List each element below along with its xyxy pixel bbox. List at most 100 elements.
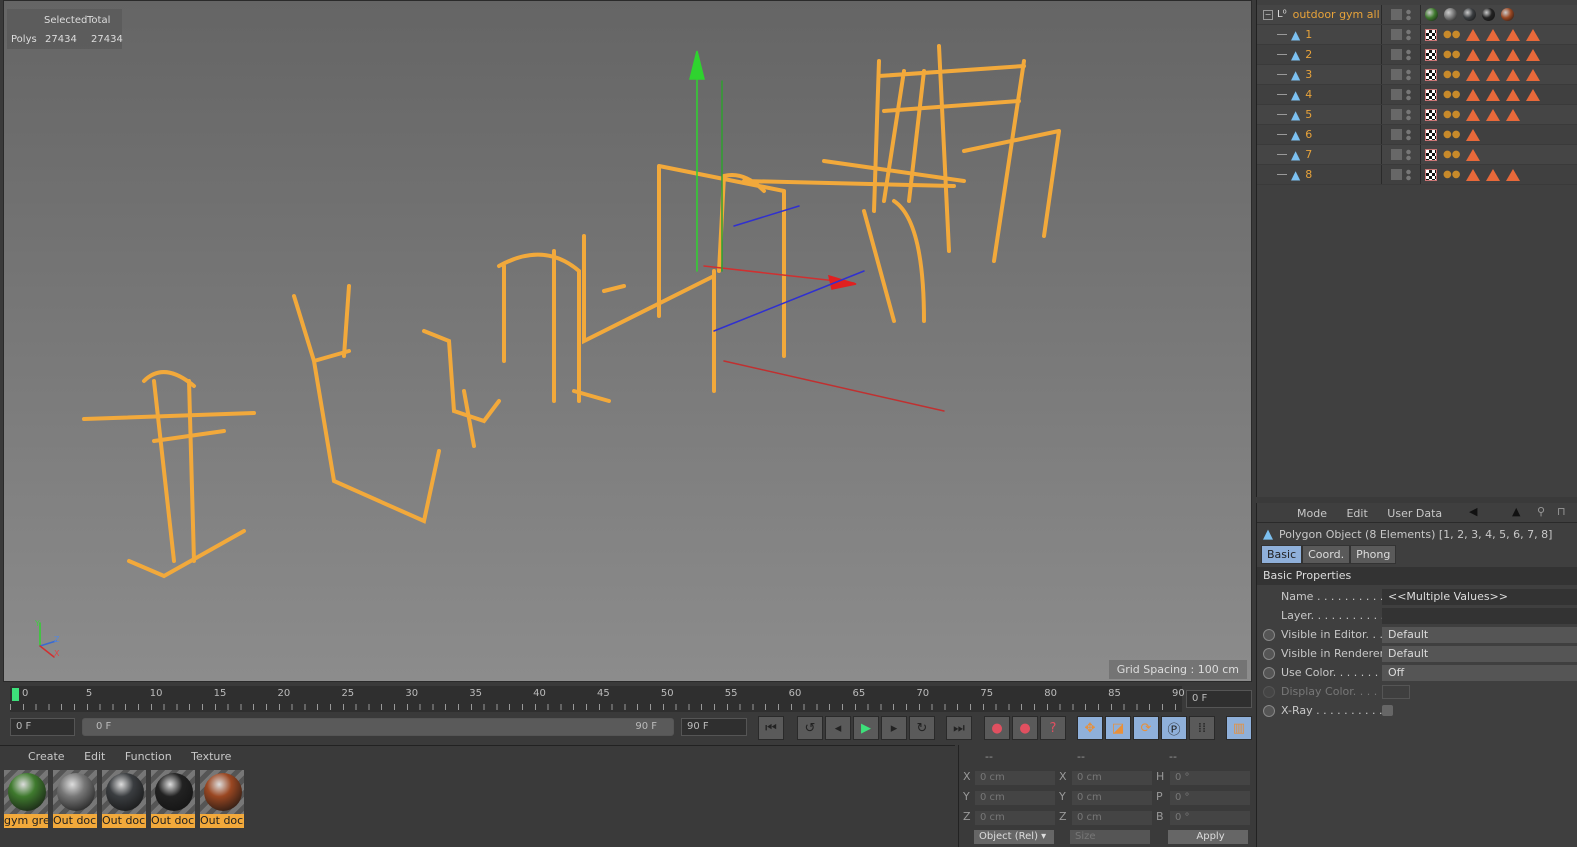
object-name[interactable]: 7 [1305, 148, 1312, 161]
apply-button[interactable]: Apply [1167, 829, 1249, 845]
visibility-icon[interactable] [1391, 49, 1402, 60]
texture-tag-icon[interactable] [1466, 108, 1481, 121]
texture-tag-icon[interactable] [1506, 68, 1521, 81]
animate-radio-icon[interactable] [1263, 628, 1275, 641]
keyframe-selection-button[interactable]: ? [1040, 716, 1066, 740]
texture-tag-icon[interactable] [1506, 168, 1521, 181]
timeline-ruler[interactable]: 0 5 10 15 20 25 30 35 40 45 50 55 60 65 70 75 80 85 90 [10, 686, 1185, 712]
phong-tag-icon[interactable]: ●● [1443, 49, 1460, 60]
size-field[interactable]: 0 cm [1071, 770, 1153, 786]
texture-tag-icon[interactable] [1506, 108, 1521, 121]
property-value[interactable] [1382, 607, 1577, 624]
property-value[interactable]: Default [1382, 626, 1577, 643]
size-field[interactable]: 0 cm [1071, 790, 1153, 806]
texture-tag-icon[interactable] [1526, 28, 1541, 41]
render-dots-icon[interactable] [1406, 48, 1411, 61]
property-value[interactable]: <<Multiple Values>> [1382, 588, 1577, 605]
animate-radio-icon[interactable] [1263, 704, 1275, 717]
material-swatch[interactable]: Out doc [200, 770, 244, 828]
coord-mode-dropdown[interactable]: Object (Rel) ▾ [973, 829, 1055, 845]
timeline-film-icon[interactable]: ▥ [1226, 716, 1252, 740]
position-field[interactable]: 0 cm [974, 810, 1056, 826]
menu-texture[interactable]: Texture [191, 750, 231, 763]
menu-edit[interactable]: Edit [1346, 507, 1367, 520]
3d-viewport[interactable]: Selected Total Polys 27434 27434 Y Z X G… [3, 0, 1252, 682]
uvw-tag-icon[interactable] [1425, 148, 1437, 161]
material-tag-icon[interactable] [1501, 8, 1514, 21]
menu-mode[interactable]: Mode [1297, 507, 1327, 520]
render-dots-icon[interactable] [1406, 168, 1411, 181]
xray-checkbox[interactable] [1382, 705, 1393, 716]
object-row[interactable]: ▲ 1 ●● [1257, 25, 1577, 45]
go-to-end-button[interactable]: ⏭ [946, 716, 972, 740]
visibility-icon[interactable] [1391, 129, 1402, 140]
lock-icon[interactable]: ⊓ [1557, 505, 1566, 518]
position-field[interactable]: 0 cm [974, 790, 1056, 806]
object-name[interactable]: 2 [1305, 48, 1312, 61]
texture-tag-icon[interactable] [1466, 168, 1481, 181]
object-row[interactable]: ▲ 7 ●● [1257, 145, 1577, 165]
phong-tag-icon[interactable]: ●● [1443, 169, 1460, 180]
size-field[interactable]: 0 cm [1071, 810, 1153, 826]
texture-tag-icon[interactable] [1486, 48, 1501, 61]
animate-radio-icon[interactable] [1263, 666, 1275, 679]
uvw-tag-icon[interactable] [1425, 168, 1437, 181]
texture-tag-icon[interactable] [1486, 28, 1501, 41]
animate-radio-icon[interactable] [1263, 685, 1275, 698]
texture-tag-icon[interactable] [1526, 88, 1541, 101]
property-value[interactable]: Off [1382, 664, 1577, 681]
texture-tag-icon[interactable] [1506, 48, 1521, 61]
material-tag-icon[interactable] [1463, 8, 1476, 21]
move-key-icon[interactable]: ✥ [1077, 716, 1103, 740]
rotation-field[interactable]: 0 ° [1169, 810, 1251, 826]
rotate-key-icon[interactable]: ⟳ [1133, 716, 1159, 740]
material-swatch[interactable]: Out doc [102, 770, 146, 828]
render-dots-icon[interactable] [1406, 28, 1411, 41]
play-button[interactable]: ▶ [853, 716, 879, 740]
collapse-icon[interactable]: − [1263, 9, 1273, 20]
render-dots-icon[interactable] [1406, 148, 1411, 161]
current-frame-field[interactable]: 0 F [1186, 690, 1252, 708]
uvw-tag-icon[interactable] [1425, 48, 1437, 61]
texture-tag-icon[interactable] [1506, 88, 1521, 101]
go-to-start-button[interactable]: ⏮ [758, 716, 784, 740]
up-arrow-icon[interactable]: ▲ [1512, 505, 1520, 518]
animate-radio-icon[interactable] [1263, 647, 1275, 660]
point-level-icon[interactable]: ⁞⁞ [1189, 716, 1215, 740]
phong-tag-icon[interactable]: ●● [1443, 149, 1460, 160]
object-row-root[interactable]: − L⁰ outdoor gym all [1257, 5, 1577, 25]
rotation-field[interactable]: 0 ° [1169, 770, 1251, 786]
frame-range-slider[interactable]: 0 F 90 F [82, 718, 674, 736]
next-frame-button[interactable]: ▸ [881, 716, 907, 740]
visibility-icon[interactable] [1391, 89, 1402, 100]
texture-tag-icon[interactable] [1506, 28, 1521, 41]
render-dots-icon[interactable] [1406, 8, 1411, 21]
object-row[interactable]: ▲ 2 ●● [1257, 45, 1577, 65]
playhead[interactable] [12, 688, 19, 701]
end-frame-field[interactable]: 90 F [681, 718, 747, 736]
uvw-tag-icon[interactable] [1425, 108, 1437, 121]
visibility-icon[interactable] [1391, 69, 1402, 80]
menu-user-data[interactable]: User Data [1387, 507, 1442, 520]
tab-coord[interactable]: Coord. [1302, 545, 1351, 564]
tab-phong[interactable]: Phong [1350, 545, 1397, 564]
phong-tag-icon[interactable]: ●● [1443, 129, 1460, 140]
material-swatch[interactable]: Out doc [151, 770, 195, 828]
scale-key-icon[interactable]: ◪ [1105, 716, 1131, 740]
render-dots-icon[interactable] [1406, 128, 1411, 141]
material-tag-icon[interactable] [1444, 8, 1457, 21]
visibility-icon[interactable] [1391, 149, 1402, 160]
visibility-icon[interactable] [1391, 9, 1402, 20]
material-swatch[interactable]: Out doc [53, 770, 97, 828]
start-frame-field[interactable]: 0 F [10, 718, 75, 736]
texture-tag-icon[interactable] [1466, 68, 1481, 81]
phong-tag-icon[interactable]: ●● [1443, 69, 1460, 80]
record-key-button[interactable]: ● [984, 716, 1010, 740]
property-value[interactable]: Default [1382, 645, 1577, 662]
rotation-field[interactable]: 0 ° [1169, 790, 1251, 806]
texture-tag-icon[interactable] [1486, 108, 1501, 121]
render-dots-icon[interactable] [1406, 108, 1411, 121]
menu-create[interactable]: Create [28, 750, 65, 763]
visibility-icon[interactable] [1391, 29, 1402, 40]
texture-tag-icon[interactable] [1466, 88, 1481, 101]
